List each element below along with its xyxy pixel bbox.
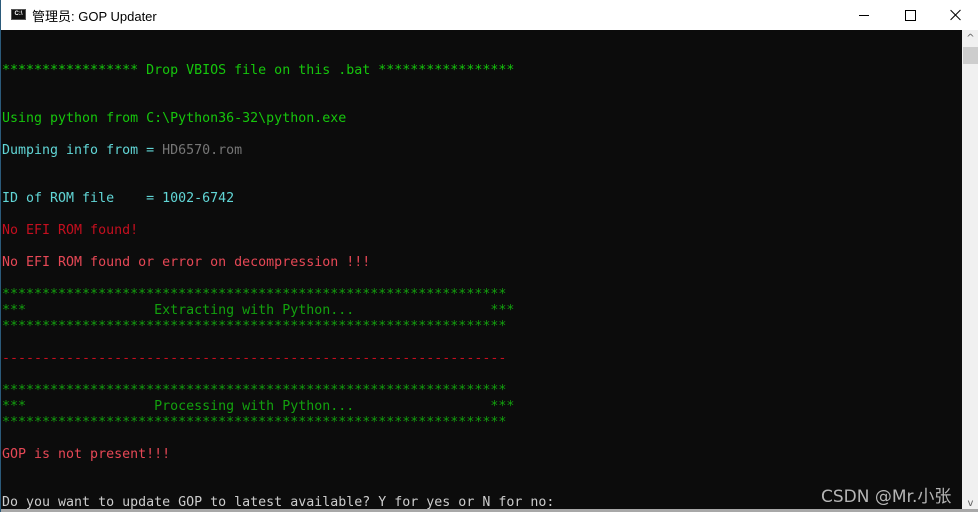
console-line-no-efi: No EFI ROM found! bbox=[2, 223, 139, 238]
scroll-up-icon[interactable]: ^ bbox=[962, 30, 978, 47]
dumping-info-label: Dumping info from = bbox=[2, 143, 163, 158]
scroll-thumb[interactable] bbox=[963, 47, 978, 64]
console-line-rom-id: ID of ROM file = 1002-6742 bbox=[2, 191, 235, 206]
title-bar[interactable]: C:\ 管理员: GOP Updater bbox=[1, 0, 978, 30]
watermark: CSDN @Mr.小张 bbox=[821, 487, 952, 507]
console-window: C:\ 管理员: GOP Updater ***************** D… bbox=[0, 0, 978, 512]
console-line-gop-missing: GOP is not present!!! bbox=[2, 447, 171, 462]
console-line-border-top-2: ****************************************… bbox=[2, 383, 507, 398]
console-line-extracting: *** Extracting with Python... *** bbox=[2, 303, 515, 318]
window-title: 管理员: GOP Updater bbox=[32, 9, 157, 24]
console-line-separator: ----------------------------------------… bbox=[2, 351, 507, 366]
console-line-python-path: Using python from C:\Python36-32\python.… bbox=[2, 111, 347, 126]
close-button[interactable] bbox=[933, 0, 978, 30]
console-line-processing: *** Processing with Python... *** bbox=[2, 399, 515, 414]
dumping-info-file: HD6570.rom bbox=[162, 143, 243, 158]
minimize-button[interactable] bbox=[841, 0, 887, 30]
close-icon bbox=[950, 9, 962, 21]
console-line-efi-error: No EFI ROM found or error on decompressi… bbox=[2, 255, 371, 270]
minimize-icon bbox=[859, 14, 869, 16]
console-output[interactable]: ***************** Drop VBIOS file on thi… bbox=[2, 30, 963, 512]
console-line-border-top-1: ****************************************… bbox=[2, 287, 507, 302]
console-line-border-bottom-1: ****************************************… bbox=[2, 319, 507, 334]
console-line-dumping-info: Dumping info from = HD6570.rom bbox=[2, 143, 242, 159]
console-line-border-bottom-2: ****************************************… bbox=[2, 415, 507, 430]
console-icon: C:\ bbox=[11, 9, 26, 20]
vertical-scrollbar[interactable]: ^ v bbox=[962, 30, 978, 512]
maximize-button[interactable] bbox=[887, 0, 933, 30]
maximize-icon bbox=[904, 9, 916, 21]
console-line-banner: ***************** Drop VBIOS file on thi… bbox=[2, 63, 515, 78]
